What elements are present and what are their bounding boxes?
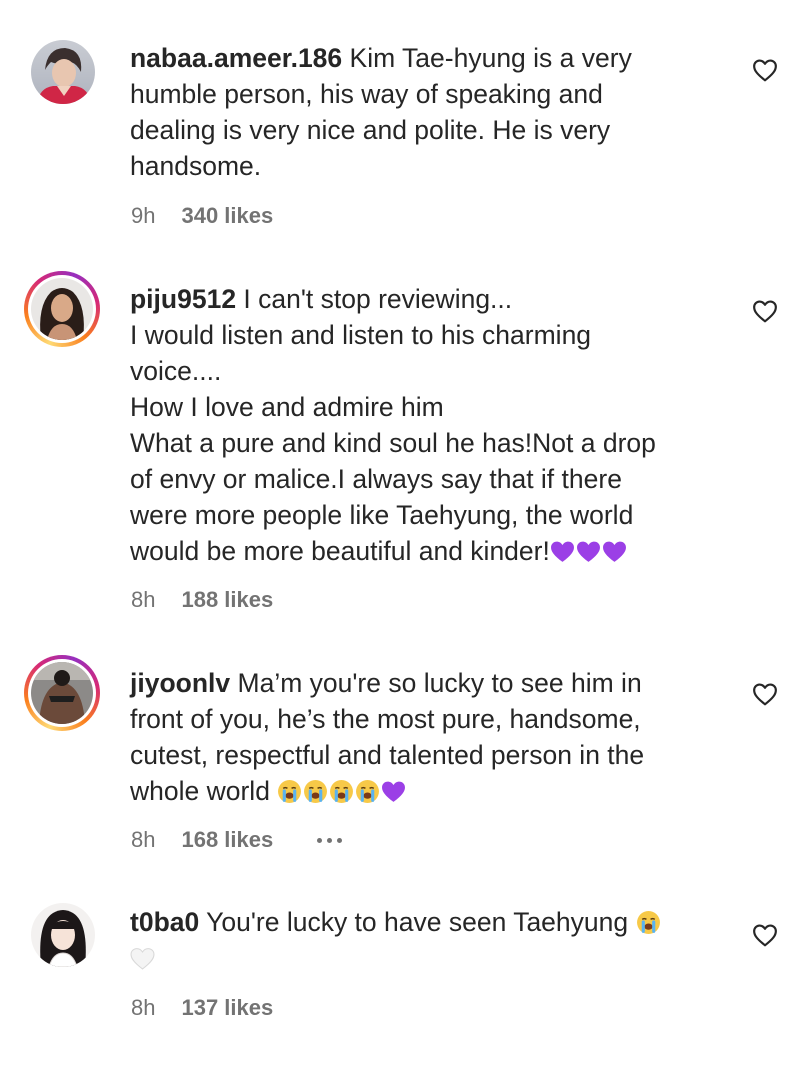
comment-timestamp: 9h	[131, 203, 156, 228]
comment-likes-count[interactable]: 188 likes	[181, 586, 273, 614]
comment-text: t0ba0 You're lucky to have seen Taehyung	[130, 904, 730, 976]
comment-body-line: handsome.	[130, 151, 262, 181]
avatar[interactable]	[31, 903, 95, 967]
comment-meta: 8h 168 likes	[131, 826, 343, 854]
like-heart-icon[interactable]	[752, 58, 778, 82]
avatar-image	[31, 903, 95, 967]
avatar-image	[31, 662, 93, 724]
avatar[interactable]	[24, 271, 100, 347]
comment-body-line: would be more beautiful and kinder!	[130, 536, 550, 566]
avatar[interactable]	[31, 40, 95, 104]
loudly-crying-face-icon	[330, 780, 354, 803]
comment-username[interactable]: nabaa.ameer.186	[130, 43, 342, 73]
dot-icon	[317, 837, 323, 843]
comment-likes-count[interactable]: 340 likes	[181, 202, 273, 230]
white-heart-icon	[130, 948, 155, 970]
comment-body-line: What a pure and kind soul he has!Not a d…	[130, 428, 656, 458]
comment-text: nabaa.ameer.186 Kim Tae-hyung is a very …	[130, 40, 730, 184]
comment-timestamp: 8h	[131, 587, 156, 612]
comment-body-line: front of you, he’s the most pure, handso…	[130, 704, 641, 734]
comment-meta: 8h 137 likes	[131, 994, 273, 1022]
comment-body-line: cutest, respectful and talented person i…	[130, 740, 645, 770]
comment-timestamp: 8h	[131, 827, 156, 852]
like-heart-icon[interactable]	[752, 923, 778, 947]
comment-username[interactable]: piju9512	[130, 284, 236, 314]
comment-body-line: humble person, his way of speaking and	[130, 79, 603, 109]
comment-likes-count[interactable]: 168 likes	[181, 826, 273, 854]
comment-body-line: I would listen and listen to his charmin…	[130, 320, 592, 350]
loudly-crying-face-icon	[356, 780, 380, 803]
purple-heart-icon	[602, 541, 626, 562]
comment-body-line: How I love and admire him	[130, 392, 444, 422]
comment-timestamp: 8h	[131, 995, 156, 1020]
avatar-image	[31, 40, 95, 104]
like-heart-icon[interactable]	[752, 682, 778, 706]
purple-heart-icon	[576, 541, 600, 562]
loudly-crying-face-icon	[278, 780, 302, 803]
dot-icon	[337, 837, 343, 843]
comment-body-line: whole world	[130, 776, 278, 806]
dot-icon	[327, 837, 333, 843]
comment-username[interactable]: jiyoonlv	[130, 668, 230, 698]
comment-body-line: dealing is very nice and polite. He is v…	[130, 115, 611, 145]
comment-body-line: I can't stop reviewing...	[236, 284, 513, 314]
comment-body-line: You're lucky to have seen Taehyung	[199, 907, 636, 937]
comment-text: piju9512 I can't stop reviewing... I wou…	[130, 281, 730, 569]
more-options-button[interactable]	[317, 826, 343, 854]
loudly-crying-face-icon	[636, 911, 660, 934]
purple-heart-icon	[550, 541, 574, 562]
purple-heart-icon	[382, 781, 406, 802]
like-heart-icon[interactable]	[752, 299, 778, 323]
comment-body-line: were more people like Taehyung, the worl…	[130, 500, 634, 530]
loudly-crying-face-icon	[304, 780, 328, 803]
comment-meta: 9h 340 likes	[131, 202, 273, 230]
comment-body-line: voice....	[130, 356, 222, 386]
comment-text: jiyoonlv Ma’m you're so lucky to see him…	[130, 665, 730, 809]
avatar[interactable]	[24, 655, 100, 731]
comment-username[interactable]: t0ba0	[130, 907, 199, 937]
comment-body-line: Kim Tae-hyung is a very	[342, 43, 632, 73]
avatar-image	[31, 278, 93, 340]
comment-likes-count[interactable]: 137 likes	[181, 994, 273, 1022]
comment-meta: 8h 188 likes	[131, 586, 273, 614]
comment-body-line: Ma’m you're so lucky to see him in	[230, 668, 642, 698]
comment-body-line: of envy or malice.I always say that if t…	[130, 464, 622, 494]
